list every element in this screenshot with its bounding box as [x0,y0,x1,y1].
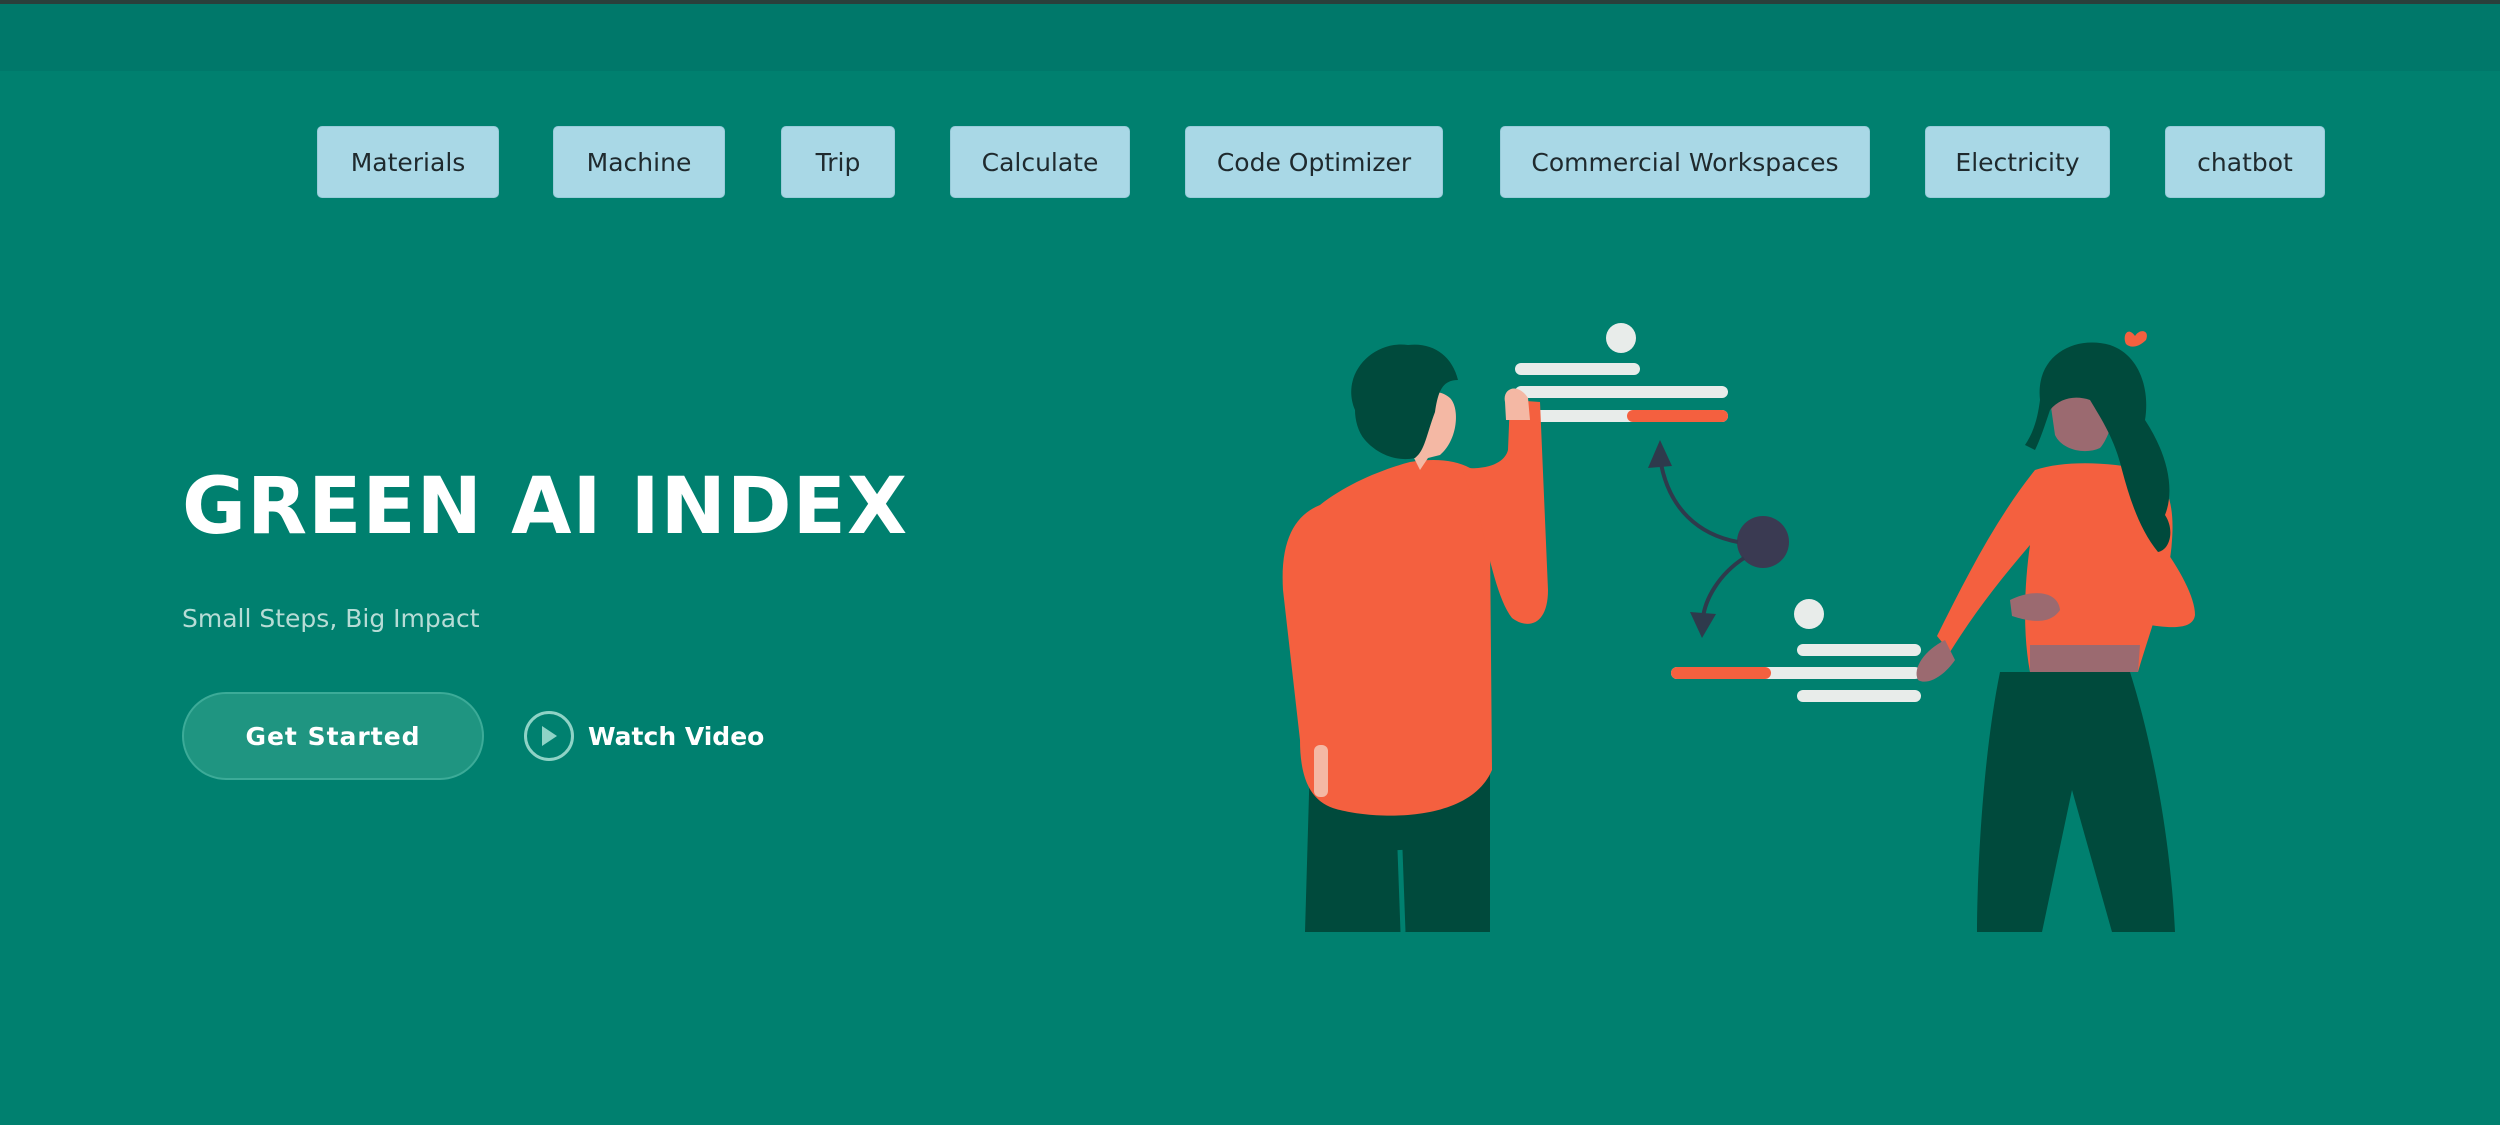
nav-item-trip[interactable]: Trip [781,126,895,198]
woman-figure [1916,331,2195,932]
play-icon [524,711,574,761]
get-started-button[interactable]: Get Started [182,692,484,780]
nav-item-code-optimizer[interactable]: Code Optimizer [1185,126,1443,198]
nav-item-machine[interactable]: Machine [553,126,725,198]
nav-item-commercial-workspaces[interactable]: Commercial Workspaces [1500,126,1870,198]
nav-item-chatbot[interactable]: chatbot [2165,126,2325,198]
nav-item-materials[interactable]: Materials [317,126,499,198]
hero-illustration [1282,323,2195,932]
man-figure [1282,344,1548,932]
hero-subtitle: Small Steps, Big Impact [182,604,480,633]
hero-title: GREEN AI INDEX [182,462,909,552]
watch-video-label: Watch Video [588,721,765,751]
header-bar [0,4,2500,71]
main-nav: Materials Machine Trip Calculate Code Op… [0,126,2500,200]
nav-item-calculate[interactable]: Calculate [950,126,1130,198]
nav-item-electricity[interactable]: Electricity [1925,126,2110,198]
exchange-arrows-icon [1648,440,1789,638]
watch-video-button[interactable]: Watch Video [524,708,764,764]
upper-info-card [1515,323,1728,422]
